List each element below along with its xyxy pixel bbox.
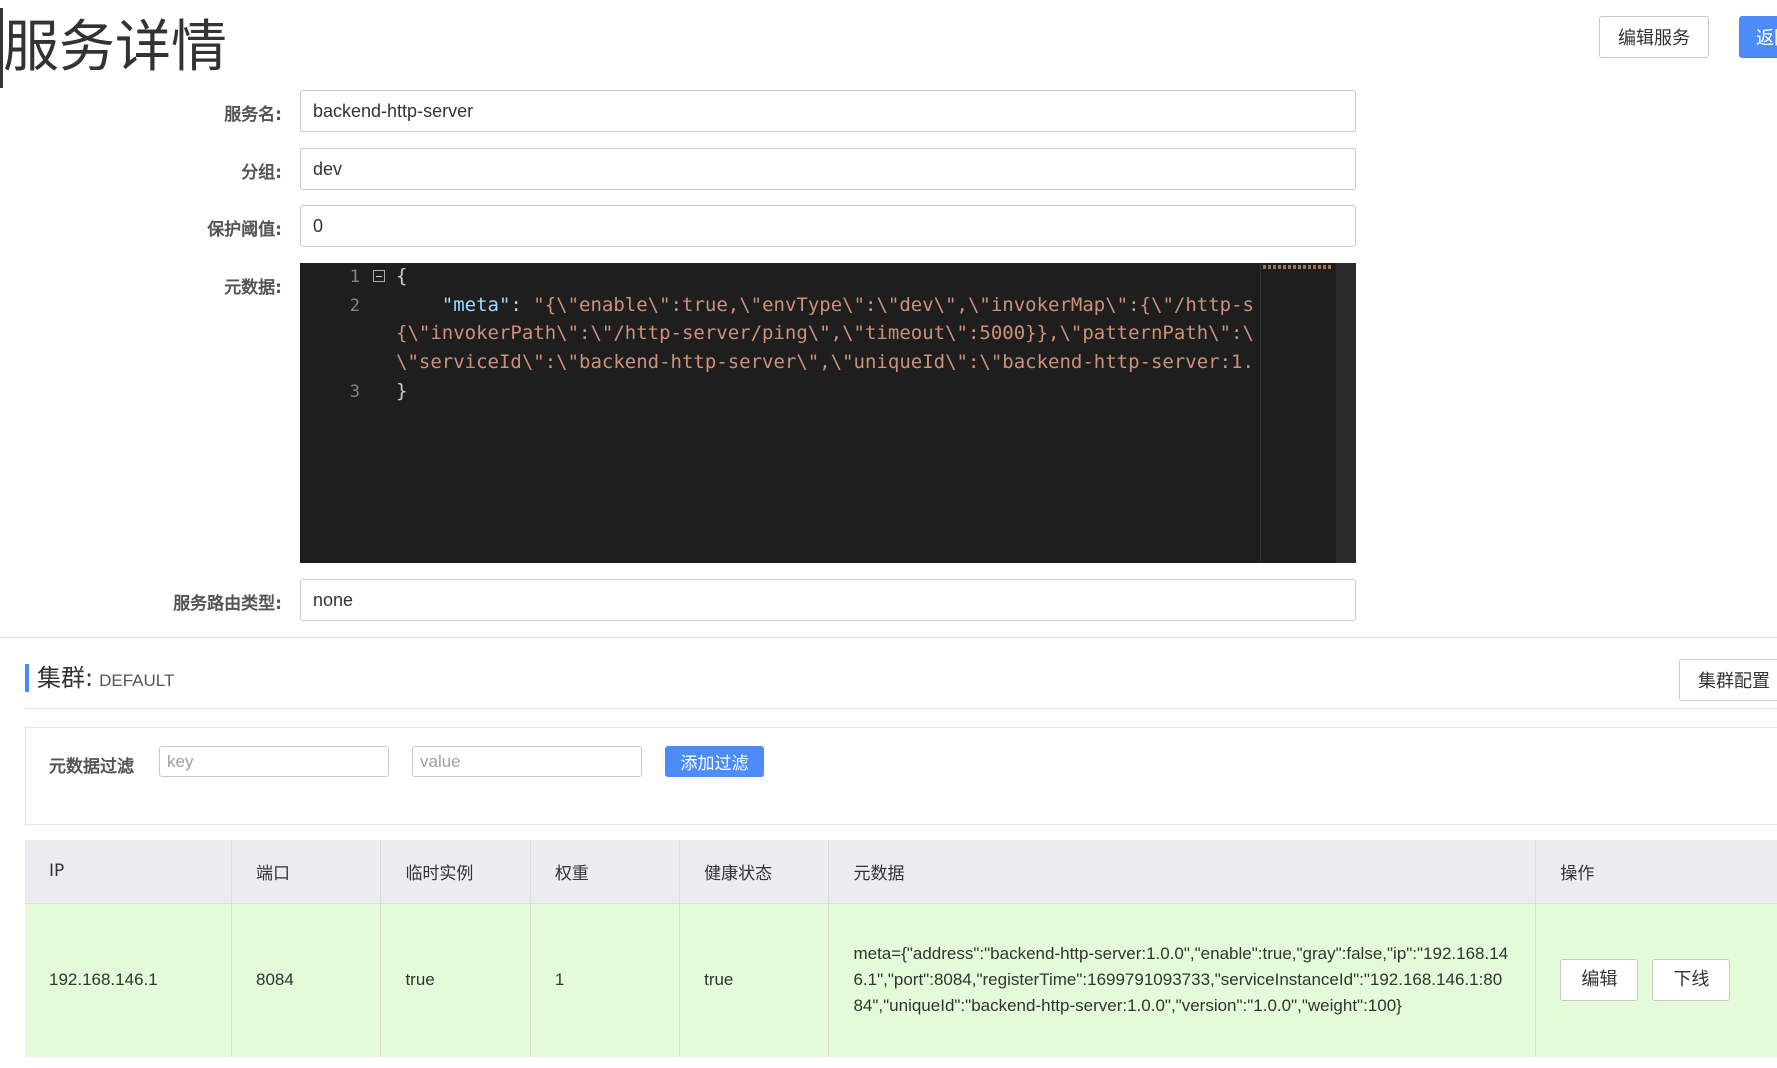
back-button[interactable]: 返回 xyxy=(1739,16,1777,58)
cell-ip: 192.168.146.1 xyxy=(25,903,233,1057)
table-header-row: IP 端口 临时实例 权重 健康状态 元数据 操作 xyxy=(25,840,1777,904)
page-title: 服务详情 xyxy=(0,8,227,88)
route-type-label: 服务路由类型: xyxy=(173,594,282,614)
line-number: 2 xyxy=(349,296,360,316)
code-value-part1: "{\"enable\":true,\"envType\":\"dev\",\"… xyxy=(533,294,1254,316)
metadata-editor[interactable]: 1 2 3 { "meta": "{\"enable\":true,\"envT… xyxy=(300,263,1356,563)
column-header-ip: IP xyxy=(25,840,233,904)
code-close-brace: } xyxy=(396,380,408,402)
divider xyxy=(25,708,1777,709)
filter-key-input[interactable] xyxy=(159,746,389,777)
column-header-ephemeral: 临时实例 xyxy=(380,840,531,904)
edit-instance-button[interactable]: 编辑 xyxy=(1560,959,1639,1002)
cluster-title-label: 集群: xyxy=(37,664,94,692)
cluster-config-button[interactable]: 集群配置 xyxy=(1679,659,1777,701)
editor-gutter: 1 2 3 xyxy=(300,263,395,563)
editor-minimap[interactable] xyxy=(1260,263,1336,563)
protect-threshold-label: 保护阈值: xyxy=(207,220,282,240)
protect-threshold-row: 保护阈值: 0 xyxy=(0,205,1360,247)
code-line-2: "meta": "{\"enable\":true,\"envType\":\"… xyxy=(396,294,1254,316)
column-header-port: 端口 xyxy=(231,840,382,904)
column-header-metadata: 元数据 xyxy=(828,840,1537,904)
filter-value-input[interactable] xyxy=(412,746,642,777)
code-colon: : xyxy=(510,294,534,316)
code-open-brace: { xyxy=(396,265,408,287)
code-value-part2: {\"invokerPath\":\"/http-server/ping\",\… xyxy=(396,322,1254,344)
column-header-weight: 权重 xyxy=(530,840,681,904)
add-filter-button[interactable]: 添加过滤 xyxy=(665,746,764,777)
instance-table: IP 端口 临时实例 权重 健康状态 元数据 操作 192.168.146.1 … xyxy=(25,840,1777,1057)
offline-instance-button[interactable]: 下线 xyxy=(1652,959,1731,1002)
cell-actions: 编辑 下线 xyxy=(1535,903,1777,1057)
metadata-filter-label: 元数据过滤 xyxy=(49,757,134,777)
column-header-actions: 操作 xyxy=(1535,840,1777,904)
metadata-label: 元数据: xyxy=(224,278,282,298)
edit-service-button[interactable]: 编辑服务 xyxy=(1599,16,1709,58)
column-header-health: 健康状态 xyxy=(679,840,830,904)
line-number: 3 xyxy=(349,382,360,402)
service-name-label: 服务名: xyxy=(224,105,282,125)
code-key: "meta" xyxy=(441,294,511,316)
cell-health: true xyxy=(679,903,830,1057)
route-type-row: 服务路由类型: none xyxy=(0,579,1360,621)
route-type-field[interactable]: none xyxy=(300,579,1356,621)
service-name-field[interactable]: backend-http-server xyxy=(300,90,1356,132)
cell-weight: 1 xyxy=(530,903,681,1057)
metadata-filter-box: 元数据过滤 添加过滤 xyxy=(25,727,1777,825)
group-row: 分组: dev xyxy=(0,148,1360,190)
service-name-row: 服务名: backend-http-server xyxy=(0,90,1360,132)
cluster-name: DEFAULT xyxy=(99,671,175,690)
fold-toggle-icon[interactable] xyxy=(373,270,385,282)
minimap-preview xyxy=(1263,265,1333,269)
line-number: 1 xyxy=(349,267,360,287)
group-field[interactable]: dev xyxy=(300,148,1356,190)
table-row: 192.168.146.1 8084 true 1 true meta={"ad… xyxy=(25,903,1777,1057)
cluster-title: 集群: DEFAULT xyxy=(25,664,174,692)
code-value-part3: \"serviceId\":\"backend-http-server\",\"… xyxy=(396,351,1254,373)
cell-metadata: meta={"address":"backend-http-server:1.0… xyxy=(828,903,1537,1057)
protect-threshold-field[interactable]: 0 xyxy=(300,205,1356,247)
group-label: 分组: xyxy=(241,163,282,183)
cell-ephemeral: true xyxy=(380,903,531,1057)
cell-port: 8084 xyxy=(231,903,382,1057)
